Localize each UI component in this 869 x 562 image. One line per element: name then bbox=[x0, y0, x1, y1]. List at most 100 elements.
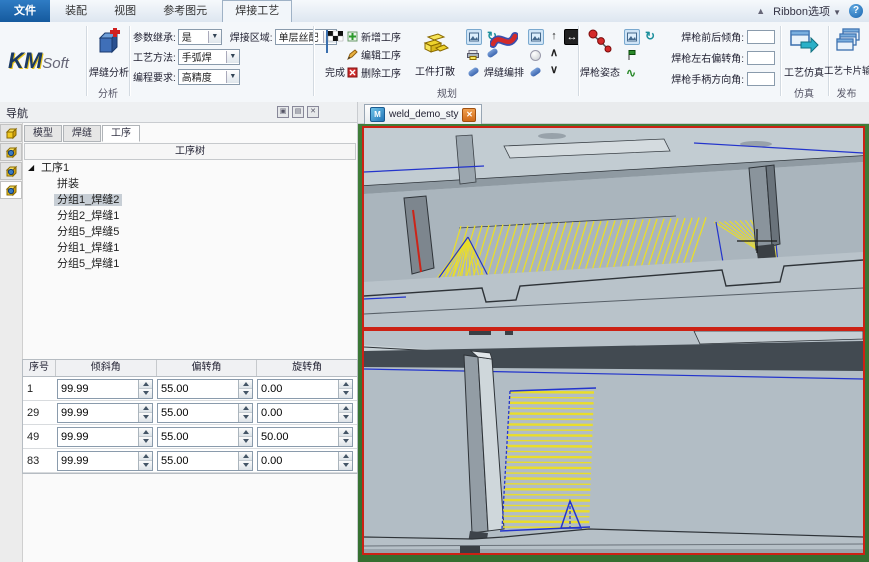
delete-process-button[interactable]: 删除工序 bbox=[347, 65, 401, 80]
capture-view-button[interactable] bbox=[466, 29, 482, 45]
spin-down-button[interactable] bbox=[339, 461, 352, 470]
spin-up-button[interactable] bbox=[139, 428, 152, 438]
tree-item[interactable]: 分组1_焊缝2 bbox=[24, 192, 354, 208]
angle-input[interactable] bbox=[158, 404, 238, 422]
tree-item[interactable]: 分组2_焊缝1 bbox=[24, 208, 354, 224]
angle-input[interactable] bbox=[258, 452, 338, 470]
image-icon bbox=[627, 32, 637, 42]
tab-process[interactable]: 工序 bbox=[102, 125, 140, 142]
angle-input[interactable] bbox=[258, 404, 338, 422]
tree-item[interactable]: 分组5_焊缝5 bbox=[24, 224, 354, 240]
move-up-start-button[interactable]: ↑ bbox=[547, 29, 561, 43]
edit-process-button[interactable]: 编辑工序 bbox=[347, 47, 401, 62]
spin-up-button[interactable] bbox=[239, 380, 252, 390]
process-method-select[interactable]: 手弧焊▼ bbox=[178, 49, 240, 65]
active-mode-button[interactable] bbox=[0, 181, 22, 199]
order-down-button[interactable]: ∨ bbox=[547, 63, 561, 77]
panel-close-icon[interactable]: ✕ bbox=[307, 106, 319, 118]
view-seam-button[interactable] bbox=[528, 29, 544, 45]
spin-down-button[interactable] bbox=[239, 389, 252, 398]
tree-item[interactable]: 拼装 bbox=[24, 176, 354, 192]
gun-posture-button[interactable]: 焊枪姿态 bbox=[580, 28, 620, 54]
spin-up-button[interactable] bbox=[339, 380, 352, 390]
angle-input[interactable] bbox=[58, 404, 138, 422]
gun-path-button[interactable]: ∿ bbox=[624, 66, 638, 80]
spin-up-button[interactable] bbox=[239, 452, 252, 462]
spin-up-button[interactable] bbox=[339, 452, 352, 462]
model-mode-button[interactable] bbox=[0, 124, 22, 142]
gun-handle-input[interactable] bbox=[747, 72, 775, 86]
spin-up-button[interactable] bbox=[139, 404, 152, 414]
gun-rotate-button[interactable]: ↻ bbox=[643, 29, 657, 43]
tab-model[interactable]: 模型 bbox=[24, 125, 62, 142]
menu-tab-reference[interactable]: 参考图元 bbox=[151, 0, 219, 22]
tab-seam[interactable]: 焊缝 bbox=[63, 125, 101, 142]
spin-up-button[interactable] bbox=[239, 404, 252, 414]
tab-close-icon[interactable]: ✕ bbox=[462, 108, 476, 122]
spin-down-button[interactable] bbox=[339, 389, 352, 398]
angle-input[interactable] bbox=[58, 428, 138, 446]
param-inherit-select[interactable]: 是▼ bbox=[178, 29, 222, 45]
spin-up-button[interactable] bbox=[139, 380, 152, 390]
viewport-top[interactable] bbox=[362, 126, 865, 329]
seam-arrange-button[interactable]: 焊缝编排 bbox=[482, 28, 526, 54]
spin-down-button[interactable] bbox=[239, 461, 252, 470]
spin-down-button[interactable] bbox=[339, 413, 352, 422]
seam-point-button[interactable] bbox=[528, 48, 542, 62]
angle-input[interactable] bbox=[58, 452, 138, 470]
tree-header: 工序树 bbox=[24, 143, 356, 160]
squiggle-icon: ∿ bbox=[626, 67, 636, 79]
angle-input[interactable] bbox=[158, 452, 238, 470]
spin-down-button[interactable] bbox=[239, 437, 252, 446]
spin-up-button[interactable] bbox=[339, 428, 352, 438]
process-sim-button[interactable]: 工艺仿真 bbox=[782, 28, 826, 54]
spin-down-button[interactable] bbox=[139, 437, 152, 446]
explode-part-button[interactable]: 工件打散 bbox=[410, 27, 460, 57]
angle-input[interactable] bbox=[258, 428, 338, 446]
spin-down-button[interactable] bbox=[139, 413, 152, 422]
weld-analysis-button[interactable]: 焊缝分析 bbox=[90, 28, 128, 56]
gun-yaw-input[interactable] bbox=[747, 51, 775, 65]
tree-item[interactable]: ◢工序1 bbox=[24, 160, 354, 176]
add-process-button[interactable]: 新增工序 bbox=[347, 29, 401, 44]
tree-expander-icon[interactable]: ◢ bbox=[28, 160, 34, 176]
ribbon-options-button[interactable]: Ribbon选项 ▼ bbox=[773, 3, 841, 19]
part-gear-icon bbox=[5, 165, 18, 178]
combo-arrow-icon: ▼ bbox=[226, 71, 239, 83]
angle-input[interactable] bbox=[158, 380, 238, 398]
spin-down-button[interactable] bbox=[239, 413, 252, 422]
print-path-button[interactable] bbox=[466, 48, 480, 62]
spin-down-button[interactable] bbox=[139, 461, 152, 470]
group-label-planning: 规划 bbox=[316, 85, 578, 100]
spin-down-button[interactable] bbox=[139, 389, 152, 398]
card-output-button[interactable]: 工艺卡片输出 bbox=[830, 27, 868, 53]
dock-icon[interactable]: ▣ bbox=[277, 106, 289, 118]
viewport-bottom[interactable] bbox=[362, 329, 865, 555]
gun-flag-button[interactable] bbox=[624, 48, 638, 62]
pin-icon[interactable]: ▤ bbox=[292, 106, 304, 118]
angle-input[interactable] bbox=[158, 428, 238, 446]
order-up-button[interactable]: ∧ bbox=[547, 46, 561, 60]
menu-tab-weld-process[interactable]: 焊接工艺 bbox=[222, 0, 292, 22]
menu-tab-file[interactable]: 文件 bbox=[0, 0, 50, 22]
angle-input[interactable] bbox=[258, 380, 338, 398]
menu-tab-view[interactable]: 视图 bbox=[102, 0, 148, 22]
seam-mode-button[interactable] bbox=[0, 143, 22, 161]
seam-segment-button[interactable] bbox=[528, 65, 542, 79]
gun-view-button[interactable] bbox=[624, 29, 640, 45]
angle-input[interactable] bbox=[58, 380, 138, 398]
process-mode-button[interactable] bbox=[0, 162, 22, 180]
spin-up-button[interactable] bbox=[139, 452, 152, 462]
help-button[interactable]: ? bbox=[849, 4, 863, 18]
program-req-select[interactable]: 高精度▼ bbox=[178, 69, 240, 85]
spin-up-button[interactable] bbox=[239, 428, 252, 438]
printer-icon bbox=[467, 50, 479, 60]
tree-item[interactable]: 分组5_焊缝1 bbox=[24, 256, 354, 272]
menu-tab-assembly[interactable]: 装配 bbox=[53, 0, 99, 22]
document-tab[interactable]: M weld_demo_sty ✕ bbox=[364, 104, 482, 125]
tree-item[interactable]: 分组1_焊缝1 bbox=[24, 240, 354, 256]
spin-up-button[interactable] bbox=[339, 404, 352, 414]
collapse-ribbon-icon[interactable]: ▲ bbox=[756, 6, 765, 16]
spin-down-button[interactable] bbox=[339, 437, 352, 446]
gun-pitch-input[interactable] bbox=[747, 30, 775, 44]
